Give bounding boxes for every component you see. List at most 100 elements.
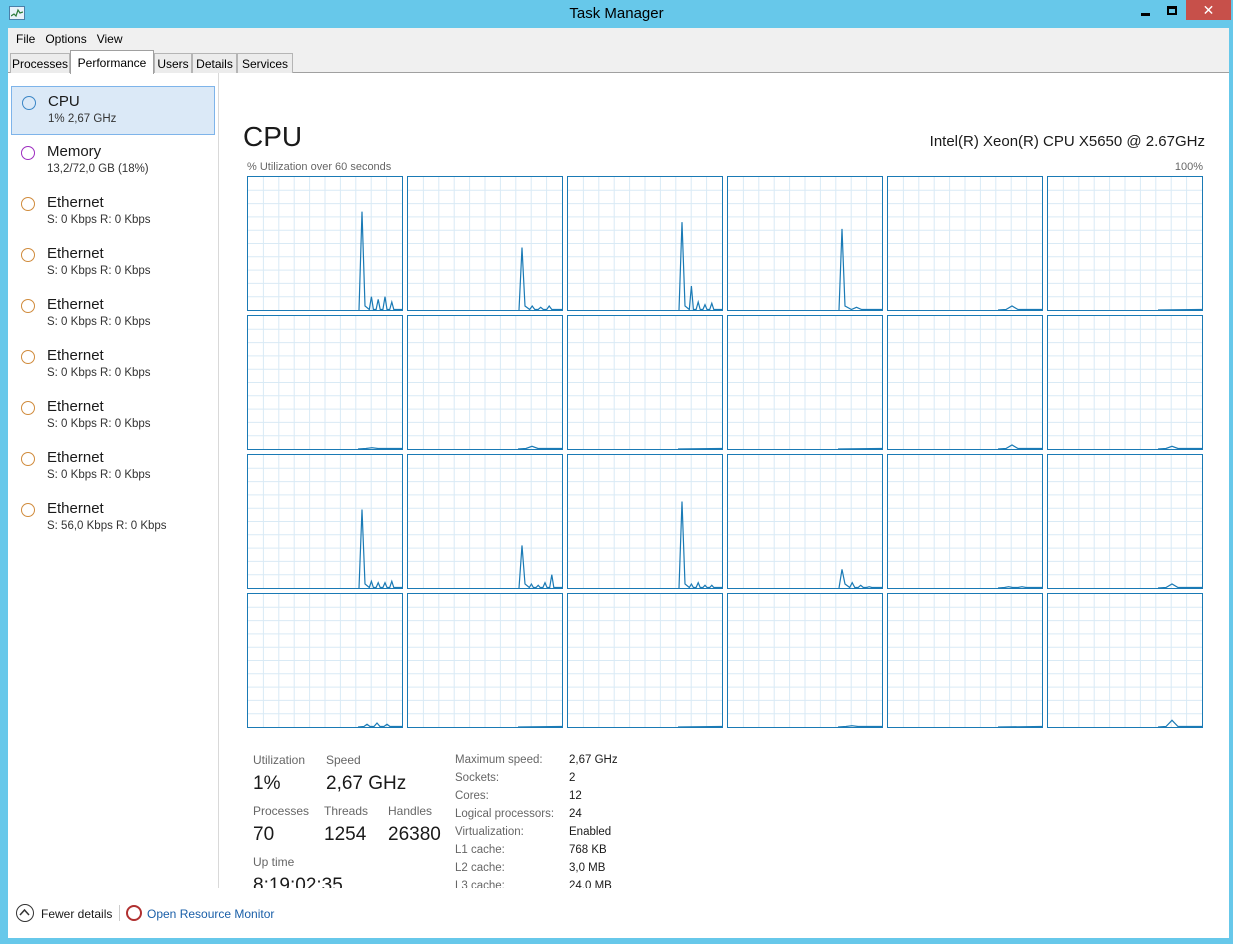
cpu-utilization-line [997,444,1042,449]
cpu-core-chart [248,177,402,310]
uptime-label: Up time [253,855,295,869]
spec-value: 2 [569,772,576,784]
sidebar-item-memory[interactable]: Memory 13,2/72,0 GB (18%) [11,137,215,186]
logical-processor-graph [247,176,403,311]
logical-processor-graph [887,593,1043,728]
menu-options[interactable]: Options [40,32,91,46]
cpu-core-chart [568,177,722,310]
sidebar-item-detail: S: 0 Kbps R: 0 Kbps [47,316,151,328]
cpu-core-chart [408,177,562,310]
sidebar-item-label: Ethernet [47,449,104,466]
spec-key: Cores: [455,790,489,802]
spec-key: Logical processors: [455,808,555,820]
minimize-button[interactable] [1132,0,1158,20]
tab-details[interactable]: Details [192,53,237,73]
sidebar-item-ethernet[interactable]: Ethernet S: 56,0 Kbps R: 0 Kbps [11,494,215,543]
sidebar-item-ethernet[interactable]: Ethernet S: 0 Kbps R: 0 Kbps [11,341,215,390]
utilization-label: Utilization [253,753,306,767]
logical-processor-graph [727,454,883,589]
title-bar[interactable]: Task Manager ✕ [0,0,1233,28]
tab-performance[interactable]: Performance [70,50,154,74]
logical-processor-graph [1047,176,1203,311]
open-resource-monitor-link[interactable]: Open Resource Monitor [147,907,274,921]
processes-value: 70 [253,824,275,845]
maximize-button[interactable] [1159,0,1185,20]
fewer-details-button[interactable]: Fewer details [41,907,112,921]
logical-processor-graphs[interactable] [247,176,1203,729]
menu-view[interactable]: View [92,32,128,46]
sidebar-item-detail: S: 0 Kbps R: 0 Kbps [47,469,151,481]
spec-value: 24 [569,808,582,820]
spec-key: Maximum speed: [455,754,543,766]
sidebar-item-ethernet[interactable]: Ethernet S: 0 Kbps R: 0 Kbps [11,290,215,339]
sidebar-item-ethernet[interactable]: Ethernet S: 0 Kbps R: 0 Kbps [11,392,215,441]
cpu-core-chart [888,455,1042,588]
task-manager-window: Task Manager ✕ File Options View Process… [0,0,1233,944]
cpu-core-chart [408,316,562,449]
sidebar-item-detail: S: 0 Kbps R: 0 Kbps [47,367,151,379]
sidebar-item-cpu[interactable]: CPU 1% 2,67 GHz [11,86,215,135]
cpu-core-chart [728,177,882,310]
cpu-core-chart [1048,594,1202,727]
cpu-core-chart [408,455,562,588]
logical-processor-graph [1047,454,1203,589]
cpu-utilization-line [357,722,402,727]
speed-label: Speed [326,753,361,767]
threads-value: 1254 [324,824,367,845]
spec-key: Sockets: [455,772,500,784]
maximize-icon [1167,5,1177,15]
ethernet-ring-icon [21,350,35,364]
spec-key: L1 cache: [455,844,505,856]
logical-processor-graph [407,315,563,450]
close-icon: ✕ [1202,2,1215,18]
sidebar-item-label: Ethernet [47,398,104,415]
cpu-core-chart [1048,177,1202,310]
sidebar-item-detail: S: 56,0 Kbps R: 0 Kbps [47,520,167,532]
ethernet-ring-icon [21,248,35,262]
window-title: Task Manager [569,5,664,22]
cpu-utilization-line [838,228,882,310]
cpu-model-name: Intel(R) Xeon(R) CPU X5650 @ 2.67GHz [929,133,1205,150]
cpu-utilization-line [677,447,722,449]
logical-processor-graph [407,176,563,311]
resource-monitor-icon[interactable] [126,905,142,921]
logical-processor-graph [247,593,403,728]
cpu-utilization-line [518,545,562,588]
close-button[interactable]: ✕ [1186,0,1231,20]
ethernet-ring-icon [21,299,35,313]
ethernet-ring-icon [21,401,35,415]
logical-processor-graph [407,593,563,728]
ethernet-ring-icon [21,503,35,517]
sidebar-item-ethernet[interactable]: Ethernet S: 0 Kbps R: 0 Kbps [11,239,215,288]
graph-caption: % Utilization over 60 seconds [247,161,392,173]
utilization-value: 1% [253,773,281,794]
sidebar-item-label: Ethernet [47,500,104,517]
sidebar-item-label: CPU [48,93,80,110]
cpu-utilization-line [677,725,722,727]
cpu-utilization-line [838,569,882,588]
chevron-up-icon[interactable] [16,904,34,922]
tab-users[interactable]: Users [154,53,192,73]
logical-processor-graph [567,176,723,311]
menu-file[interactable]: File [11,32,40,46]
cpu-core-chart [888,594,1042,727]
cpu-ring-icon [22,96,36,110]
cpu-core-chart [408,594,562,727]
tab-services[interactable]: Services [237,53,293,73]
cpu-utilization-line [358,211,402,310]
logical-processor-graph [1047,315,1203,450]
cpu-core-chart [888,177,1042,310]
footer-divider [119,905,120,921]
sidebar-item-detail: S: 0 Kbps R: 0 Kbps [47,214,151,226]
sidebar-item-detail: 13,2/72,0 GB (18%) [47,163,149,175]
sidebar-item-label: Ethernet [47,347,104,364]
sidebar-item-ethernet[interactable]: Ethernet S: 0 Kbps R: 0 Kbps [11,188,215,237]
sidebar-item-label: Ethernet [47,194,104,211]
cpu-core-chart [568,594,722,727]
graph-max-label: 100% [1174,161,1203,173]
spec-value: 12 [569,790,582,802]
sidebar-item-ethernet[interactable]: Ethernet S: 0 Kbps R: 0 Kbps [11,443,215,492]
cpu-core-chart [568,316,722,449]
tab-processes[interactable]: Processes [10,53,70,73]
logical-processor-graph [887,454,1043,589]
